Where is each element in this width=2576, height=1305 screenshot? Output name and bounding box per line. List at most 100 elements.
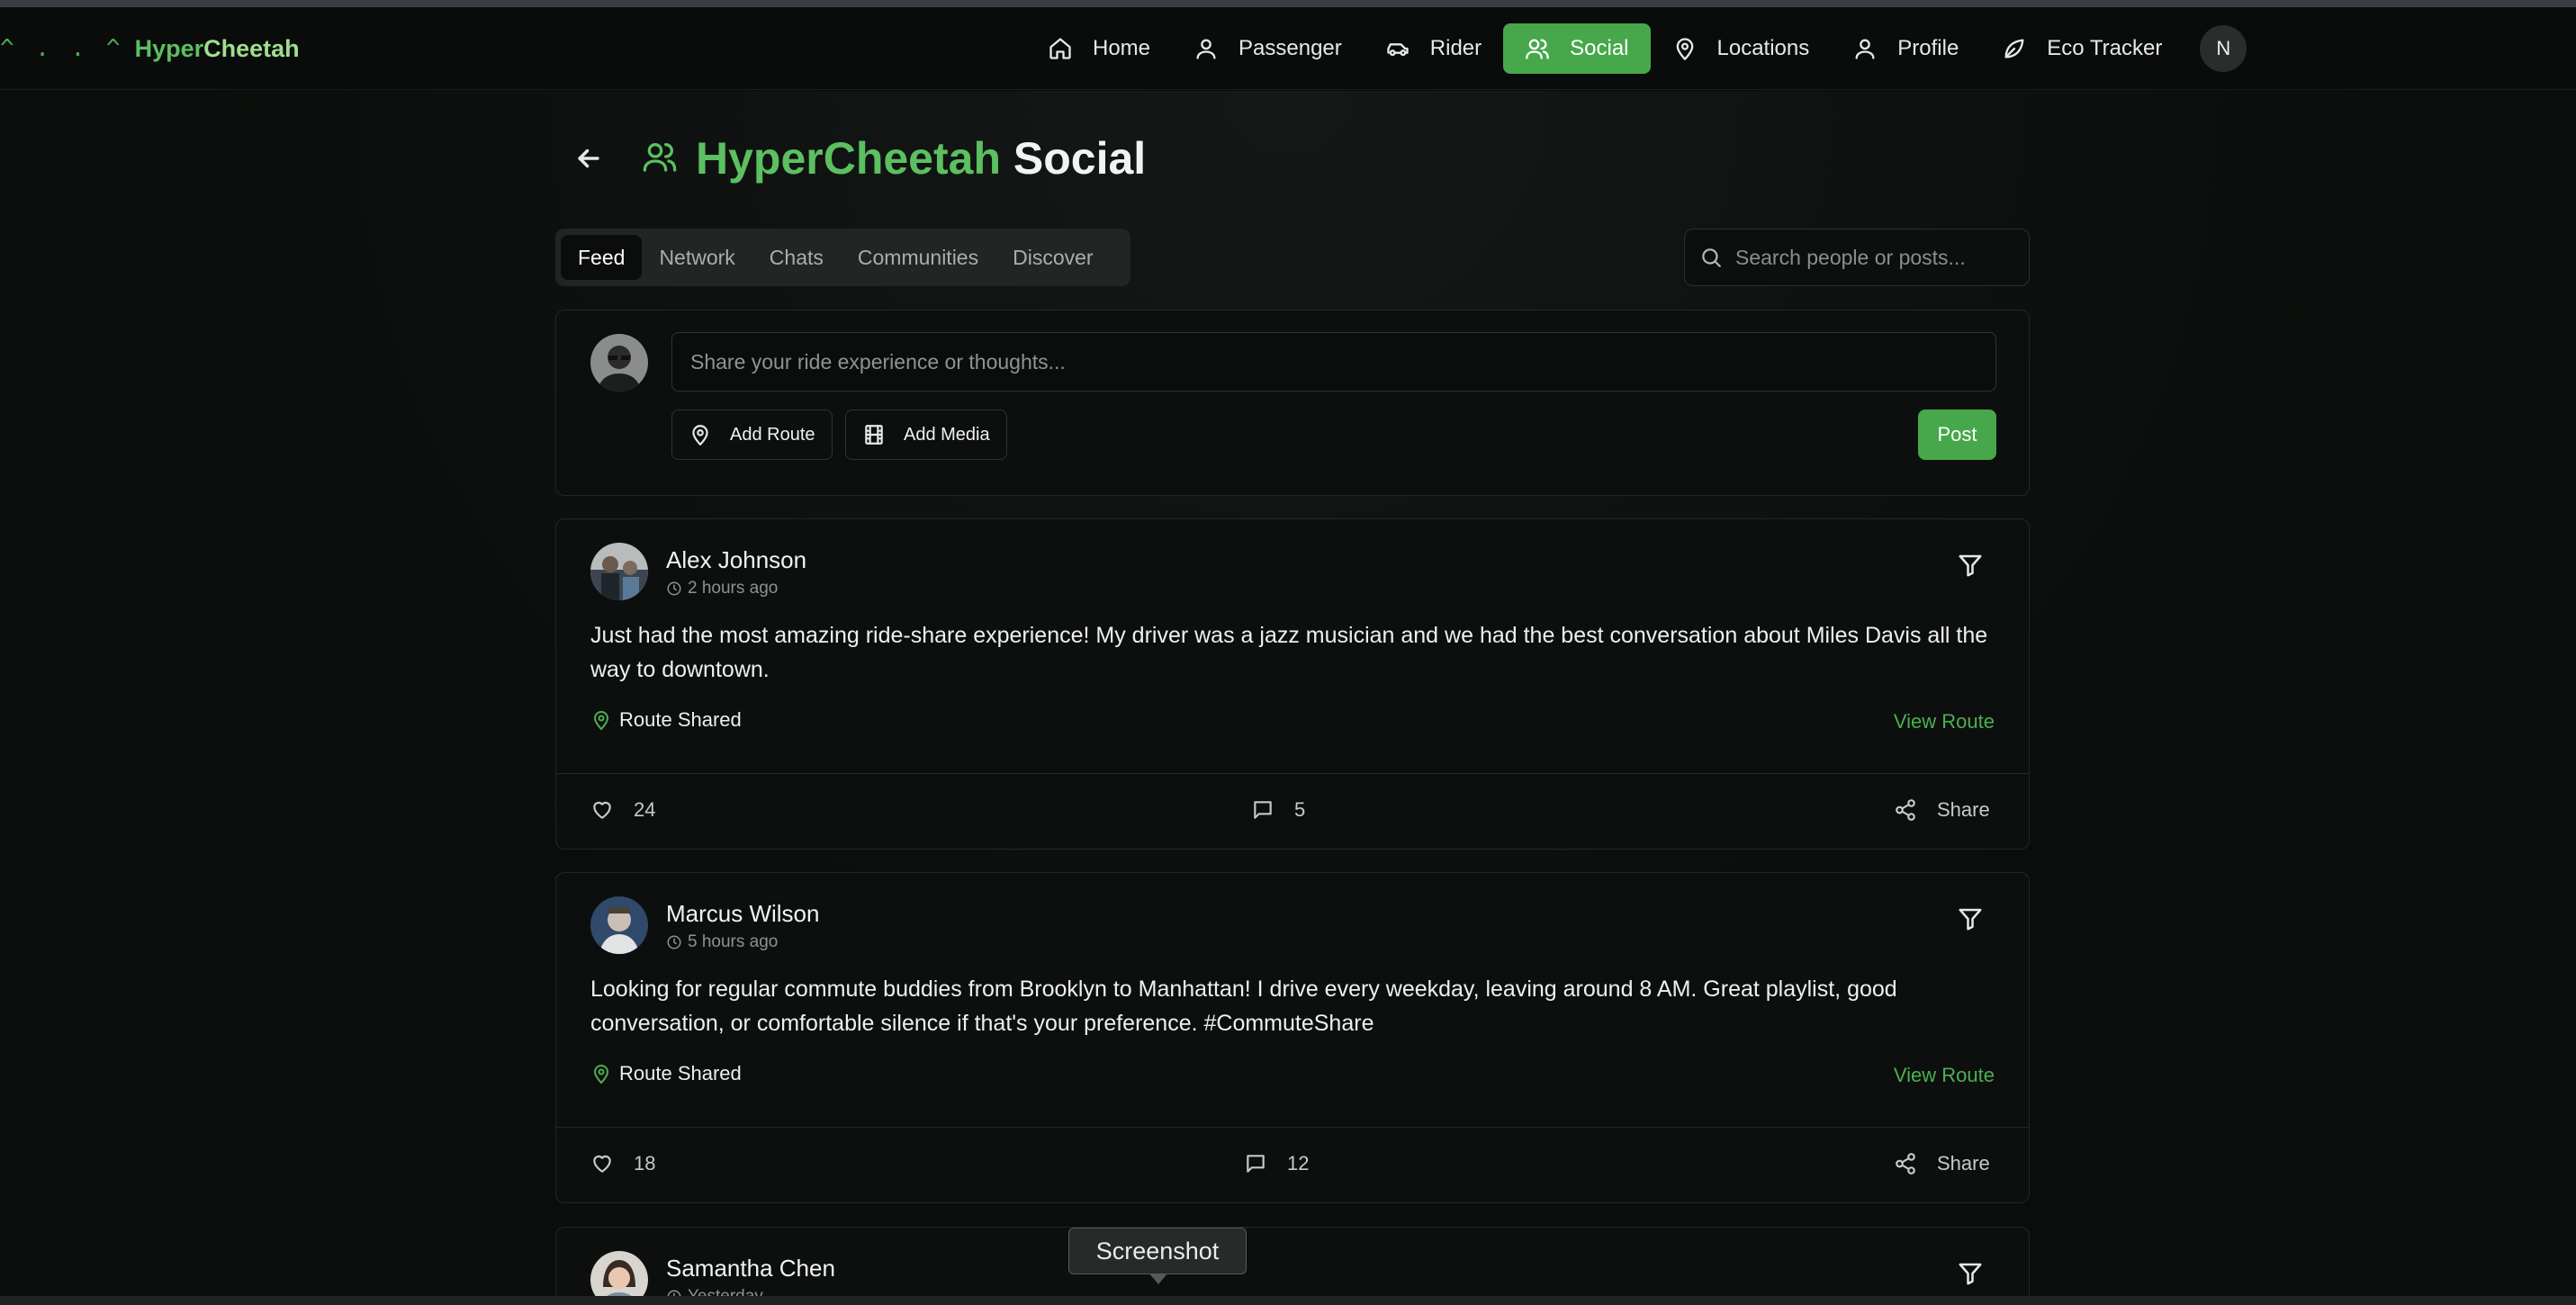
avatar[interactable] — [590, 896, 648, 954]
clock-icon — [667, 935, 681, 950]
route-shared: Route Shared — [590, 708, 742, 732]
home-icon — [1049, 38, 1071, 59]
page-header: HyperCheetah Social — [555, 127, 1146, 190]
comment-button[interactable]: 5 — [1251, 798, 1305, 822]
filter-button[interactable] — [1957, 1260, 1984, 1287]
nav-eco-tracker-label: Eco Tracker — [2047, 36, 2163, 60]
comment-icon — [1247, 1155, 1265, 1173]
comment-icon — [1254, 801, 1272, 819]
user-icon — [1196, 39, 1216, 59]
comment-button[interactable]: 12 — [1244, 1152, 1309, 1175]
share-label: Share — [1937, 798, 1990, 821]
map-pin-icon — [594, 1065, 608, 1084]
post-time-text: 5 hours ago — [688, 932, 779, 951]
nav-profile[interactable]: Profile — [1831, 23, 1980, 74]
map-pin-icon — [594, 711, 608, 730]
avatar[interactable] — [590, 543, 648, 600]
heart-icon — [593, 801, 611, 819]
user-icon — [1855, 39, 1875, 59]
nav-social[interactable]: Social — [1503, 23, 1651, 74]
route-shared-label: Route Shared — [619, 708, 742, 731]
feed-post: Samantha Chen Yesterday — [555, 1227, 2030, 1305]
filter-button[interactable] — [1957, 552, 1984, 579]
add-route-button[interactable]: Add Route — [671, 410, 833, 460]
like-count: 24 — [634, 798, 656, 821]
comment-count: 5 — [1294, 798, 1306, 821]
feed-post: Marcus Wilson 5 hours ago Looking for re… — [555, 872, 2030, 1203]
view-route-link[interactable]: View Route — [1894, 710, 1995, 734]
nav-passenger-label: Passenger — [1238, 36, 1342, 60]
search-input[interactable] — [1735, 245, 2023, 270]
add-media-label: Add Media — [904, 424, 990, 445]
view-route-link[interactable]: View Route — [1894, 1064, 1995, 1087]
page-title-part2: Social — [1013, 133, 1147, 184]
share-icon — [1896, 799, 1915, 821]
filter-icon — [1959, 1263, 1982, 1285]
tab-feed[interactable]: Feed — [561, 235, 643, 280]
nav-links: Home Passenger Rider Social Locations Pr… — [1026, 23, 2247, 74]
post-author[interactable]: Samantha Chen — [666, 1255, 835, 1282]
logo-text-part1: Hyper — [134, 34, 204, 62]
nav-locations-label: Locations — [1716, 36, 1810, 60]
search-box — [1684, 229, 2030, 286]
post-author[interactable]: Marcus Wilson — [666, 900, 819, 928]
share-label: Share — [1937, 1152, 1990, 1174]
post-time: 2 hours ago — [666, 579, 778, 598]
post-author[interactable]: Alex Johnson — [666, 546, 806, 574]
add-media-button[interactable]: Add Media — [845, 410, 1007, 460]
like-button[interactable]: 24 — [590, 798, 655, 822]
add-route-label: Add Route — [730, 424, 815, 445]
map-pin-icon — [692, 425, 708, 446]
my-avatar — [590, 334, 648, 392]
page-title-part1: HyperCheetah — [696, 133, 1001, 184]
bottom-edge — [0, 1296, 2576, 1305]
logo[interactable]: ^ . . ^ HyperCheetah — [0, 31, 300, 67]
back-button[interactable] — [573, 143, 604, 174]
post-divider — [556, 1127, 2029, 1128]
social-tabs: Feed Network Chats Communities Discover — [555, 229, 1130, 286]
share-icon — [1896, 1153, 1915, 1174]
tab-communities[interactable]: Communities — [841, 235, 995, 280]
arrow-left-icon — [578, 148, 599, 168]
post-divider — [556, 773, 2029, 774]
share-button[interactable]: Share — [1894, 1152, 1990, 1175]
route-shared: Route Shared — [590, 1062, 742, 1085]
nav-home[interactable]: Home — [1026, 23, 1172, 74]
filter-icon — [1959, 554, 1982, 577]
nav-profile-label: Profile — [1897, 36, 1959, 60]
nav-rider-label: Rider — [1429, 36, 1482, 60]
post-time: 5 hours ago — [666, 932, 778, 952]
filter-icon — [1959, 908, 1982, 931]
logo-text-part2: Cheetah — [203, 34, 300, 62]
tab-network[interactable]: Network — [642, 235, 752, 280]
post-composer: Add Route Add Media Post — [555, 310, 2030, 496]
car-icon — [1387, 43, 1409, 57]
tab-discover[interactable]: Discover — [995, 235, 1110, 280]
page-title: HyperCheetah Social — [696, 132, 1146, 184]
nav-social-label: Social — [1570, 36, 1629, 60]
thought-input[interactable] — [671, 332, 1996, 392]
share-button[interactable]: Share — [1894, 798, 1990, 822]
tab-chats[interactable]: Chats — [752, 235, 841, 280]
top-navbar: ^ . . ^ HyperCheetah Home Passenger Ride… — [0, 7, 2576, 90]
logo-text: HyperCheetah — [135, 35, 300, 63]
nav-eco-tracker[interactable]: Eco Tracker — [1980, 23, 2184, 74]
search-icon — [1702, 248, 1721, 267]
post-body: Looking for regular commute buddies from… — [590, 976, 1897, 1036]
users-icon — [1526, 39, 1549, 59]
leaf-icon — [2004, 39, 2024, 58]
comment-count: 12 — [1287, 1152, 1310, 1174]
nav-locations[interactable]: Locations — [1651, 23, 1832, 74]
nav-passenger[interactable]: Passenger — [1172, 23, 1364, 74]
like-button[interactable]: 18 — [590, 1152, 655, 1175]
nav-rider[interactable]: Rider — [1364, 23, 1503, 74]
logo-mark: ^ . . ^ — [0, 35, 124, 62]
like-count: 18 — [634, 1152, 656, 1174]
user-avatar[interactable]: N — [2200, 25, 2247, 72]
post-time-text: 2 hours ago — [688, 579, 779, 598]
nav-home-label: Home — [1093, 36, 1151, 60]
screenshot-tooltip: Screenshot — [1068, 1228, 1247, 1284]
users-icon — [642, 139, 678, 179]
filter-button[interactable] — [1957, 905, 1984, 932]
post-button[interactable]: Post — [1918, 410, 1996, 460]
